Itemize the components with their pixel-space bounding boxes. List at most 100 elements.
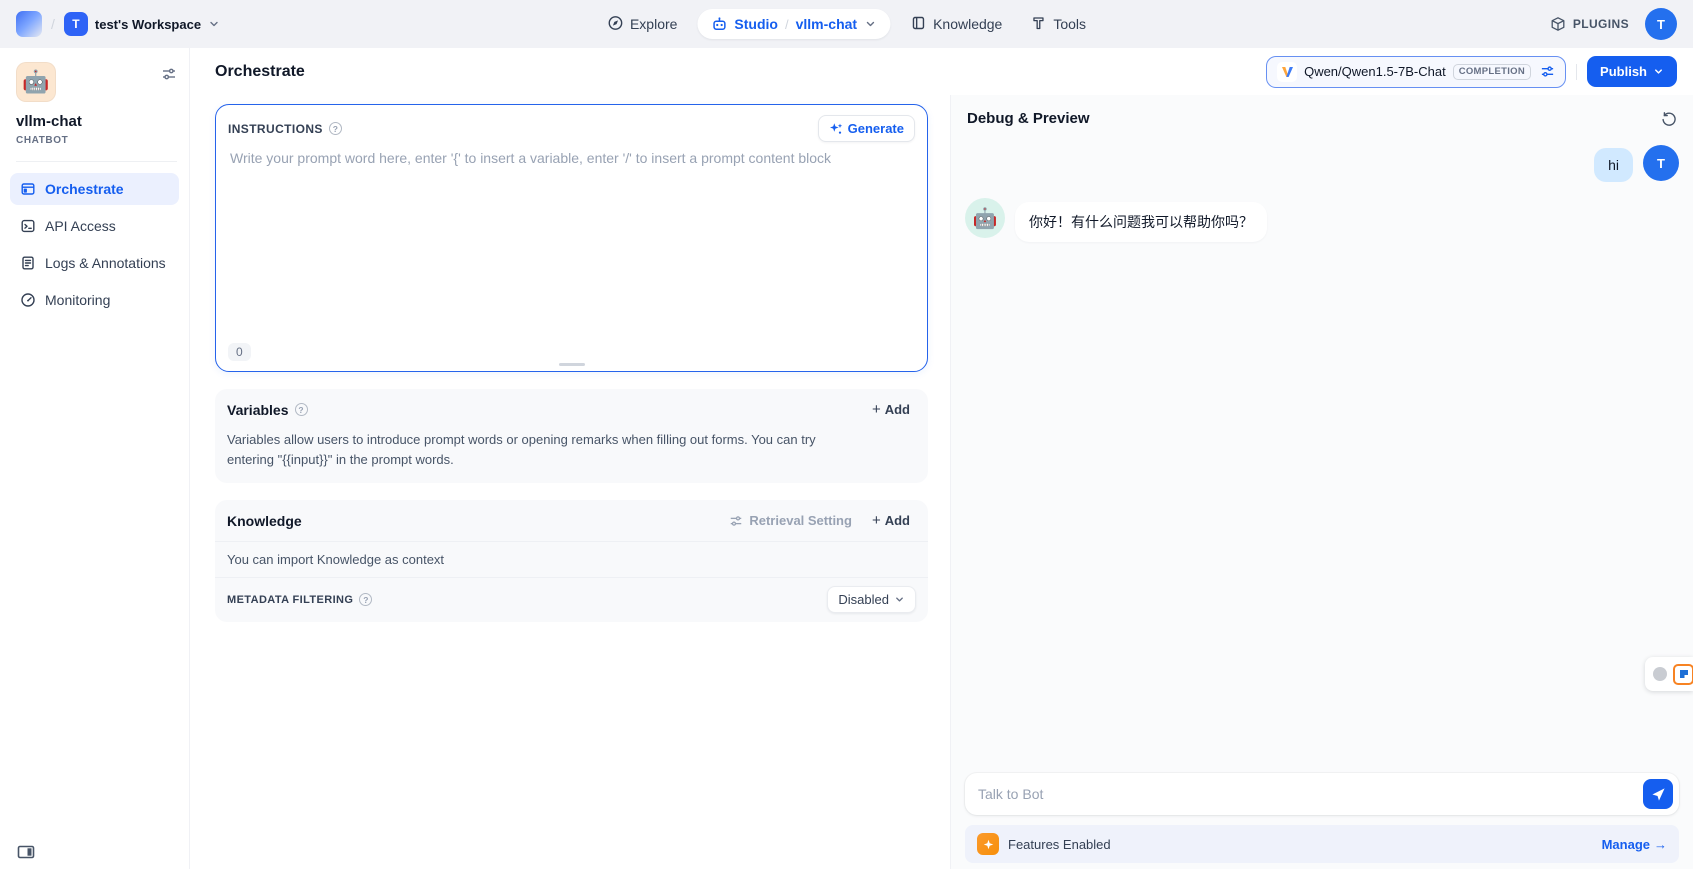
features-enabled-label: Features Enabled bbox=[1008, 837, 1111, 852]
nav-knowledge[interactable]: Knowledge bbox=[902, 9, 1010, 40]
resize-handle[interactable] bbox=[559, 363, 585, 366]
send-button[interactable] bbox=[1643, 779, 1673, 809]
orchestrate-config-column: INSTRUCTIONS ? Generate bbox=[190, 95, 950, 869]
collapse-sidebar-icon[interactable] bbox=[17, 844, 35, 860]
sidebar-item-label: Orchestrate bbox=[45, 181, 124, 197]
variables-card: Variables ? + Add Variables allow users … bbox=[215, 389, 928, 483]
chevron-down-icon bbox=[894, 594, 905, 605]
nav-tools[interactable]: Tools bbox=[1022, 9, 1094, 40]
nav-studio-label: Studio bbox=[734, 16, 778, 32]
publish-button[interactable]: Publish bbox=[1587, 56, 1677, 87]
app-type-label: CHATBOT bbox=[16, 135, 177, 146]
workspace-switcher[interactable]: T test's Workspace bbox=[64, 12, 220, 36]
retrieval-setting-button[interactable]: Retrieval Setting bbox=[721, 510, 860, 531]
plus-icon: + bbox=[872, 402, 881, 417]
sidebar-item-api-access[interactable]: API Access bbox=[10, 210, 179, 242]
user-avatar[interactable]: T bbox=[1645, 8, 1677, 40]
plus-icon: + bbox=[872, 513, 881, 528]
generate-label: Generate bbox=[848, 121, 904, 136]
user-chat-avatar: T bbox=[1643, 145, 1679, 181]
model-mode-badge: COMPLETION bbox=[1453, 64, 1531, 80]
manage-label: Manage bbox=[1602, 837, 1650, 852]
book-icon bbox=[910, 15, 926, 34]
dify-logo[interactable] bbox=[16, 11, 42, 37]
chat-input[interactable] bbox=[965, 773, 1679, 815]
instructions-panel: INSTRUCTIONS ? Generate bbox=[215, 104, 928, 372]
terminal-icon bbox=[20, 218, 36, 234]
model-name: Qwen/Qwen1.5-7B-Chat bbox=[1304, 64, 1446, 79]
model-parameters-icon[interactable] bbox=[1540, 64, 1555, 79]
metadata-filtering-title: METADATA FILTERING bbox=[227, 594, 353, 606]
nav-explore-label: Explore bbox=[630, 16, 677, 32]
gauge-icon bbox=[20, 292, 36, 308]
studio-separator: / bbox=[785, 17, 789, 32]
app-icon[interactable]: 🤖 bbox=[16, 62, 56, 102]
sparkles-icon bbox=[829, 122, 843, 136]
chat-message-bot: 🤖 你好！有什么问题我可以帮助你吗？ bbox=[965, 198, 1679, 242]
add-label: Add bbox=[885, 513, 910, 528]
document-list-icon bbox=[20, 255, 36, 271]
app-name: vllm-chat bbox=[16, 113, 177, 130]
instructions-input[interactable] bbox=[230, 148, 913, 335]
page-title: Orchestrate bbox=[215, 63, 305, 81]
body: 🤖 vllm-chat CHATBOT Orchestrate bbox=[0, 48, 1693, 869]
metadata-filtering-value: Disabled bbox=[838, 592, 889, 607]
nav-right: PLUGINS T bbox=[1550, 8, 1677, 40]
manage-features-link[interactable]: Manage → bbox=[1602, 837, 1667, 852]
widget-dot-icon bbox=[1653, 667, 1667, 681]
knowledge-card: Knowledge Retrieval Setting + bbox=[215, 500, 928, 622]
debug-header: Debug & Preview bbox=[951, 95, 1693, 135]
sidebar-item-orchestrate[interactable]: Orchestrate bbox=[10, 173, 179, 205]
model-selector[interactable]: Qwen/Qwen1.5-7B-Chat COMPLETION bbox=[1266, 56, 1566, 88]
plugins-label: PLUGINS bbox=[1573, 17, 1629, 31]
nav-tools-label: Tools bbox=[1053, 16, 1086, 32]
help-icon[interactable]: ? bbox=[359, 593, 372, 606]
nav-left: / T test's Workspace bbox=[16, 11, 220, 37]
publish-label: Publish bbox=[1600, 64, 1647, 79]
sliders-icon bbox=[729, 514, 743, 528]
help-icon[interactable]: ? bbox=[295, 403, 308, 416]
sidebar-nav: Orchestrate API Access Logs & Annotation… bbox=[10, 173, 179, 316]
robot-icon bbox=[711, 16, 727, 32]
vllm-logo-icon bbox=[1277, 62, 1297, 82]
chat-message-user: hi T bbox=[965, 145, 1679, 182]
add-knowledge-button[interactable]: + Add bbox=[866, 510, 916, 531]
generate-button[interactable]: Generate bbox=[818, 115, 915, 142]
send-icon bbox=[1651, 787, 1666, 802]
user-message-bubble: hi bbox=[1594, 148, 1633, 182]
variables-header: Variables ? + Add bbox=[215, 389, 928, 430]
nav-studio-pill[interactable]: Studio / vllm-chat bbox=[697, 9, 890, 39]
header-divider bbox=[1576, 64, 1577, 80]
variables-description: Variables allow users to introduce promp… bbox=[215, 430, 855, 483]
variables-title: Variables bbox=[227, 402, 289, 418]
metadata-filtering-select[interactable]: Disabled bbox=[827, 586, 916, 613]
app-settings-icon[interactable] bbox=[161, 66, 177, 82]
hammer-icon bbox=[1030, 15, 1046, 34]
add-variable-button[interactable]: + Add bbox=[866, 399, 916, 420]
chevron-down-icon bbox=[864, 18, 876, 30]
char-count-badge: 0 bbox=[228, 343, 251, 361]
sidebar-item-logs-annotations[interactable]: Logs & Annotations bbox=[10, 247, 179, 279]
chevron-down-icon bbox=[1653, 66, 1664, 77]
content-columns: INSTRUCTIONS ? Generate bbox=[190, 95, 1693, 869]
arrow-right-icon: → bbox=[1654, 837, 1667, 852]
main-navigation: Explore Studio / vllm-chat Knowledge bbox=[599, 0, 1094, 48]
knowledge-header: Knowledge Retrieval Setting + bbox=[215, 500, 928, 542]
knowledge-title: Knowledge bbox=[227, 513, 302, 529]
plugins-button[interactable]: PLUGINS bbox=[1550, 16, 1629, 32]
package-icon bbox=[1550, 16, 1566, 32]
floating-widget[interactable] bbox=[1645, 657, 1693, 691]
breadcrumb-separator: / bbox=[51, 16, 55, 32]
restart-conversation-icon[interactable] bbox=[1661, 111, 1677, 127]
top-navbar: / T test's Workspace Explore Studio bbox=[0, 0, 1693, 48]
window-icon bbox=[20, 181, 36, 197]
chat-area: hi T 🤖 你好！有什么问题我可以帮助你吗？ bbox=[951, 135, 1693, 773]
sidebar-item-monitoring[interactable]: Monitoring bbox=[10, 284, 179, 316]
app-root: / T test's Workspace Explore Studio bbox=[0, 0, 1693, 869]
bot-chat-avatar: 🤖 bbox=[965, 198, 1005, 238]
nav-explore[interactable]: Explore bbox=[599, 9, 685, 40]
debug-title: Debug & Preview bbox=[967, 110, 1090, 127]
help-icon[interactable]: ? bbox=[329, 122, 342, 135]
sidebar-divider bbox=[16, 161, 177, 162]
sidebar-item-label: Monitoring bbox=[45, 292, 110, 308]
